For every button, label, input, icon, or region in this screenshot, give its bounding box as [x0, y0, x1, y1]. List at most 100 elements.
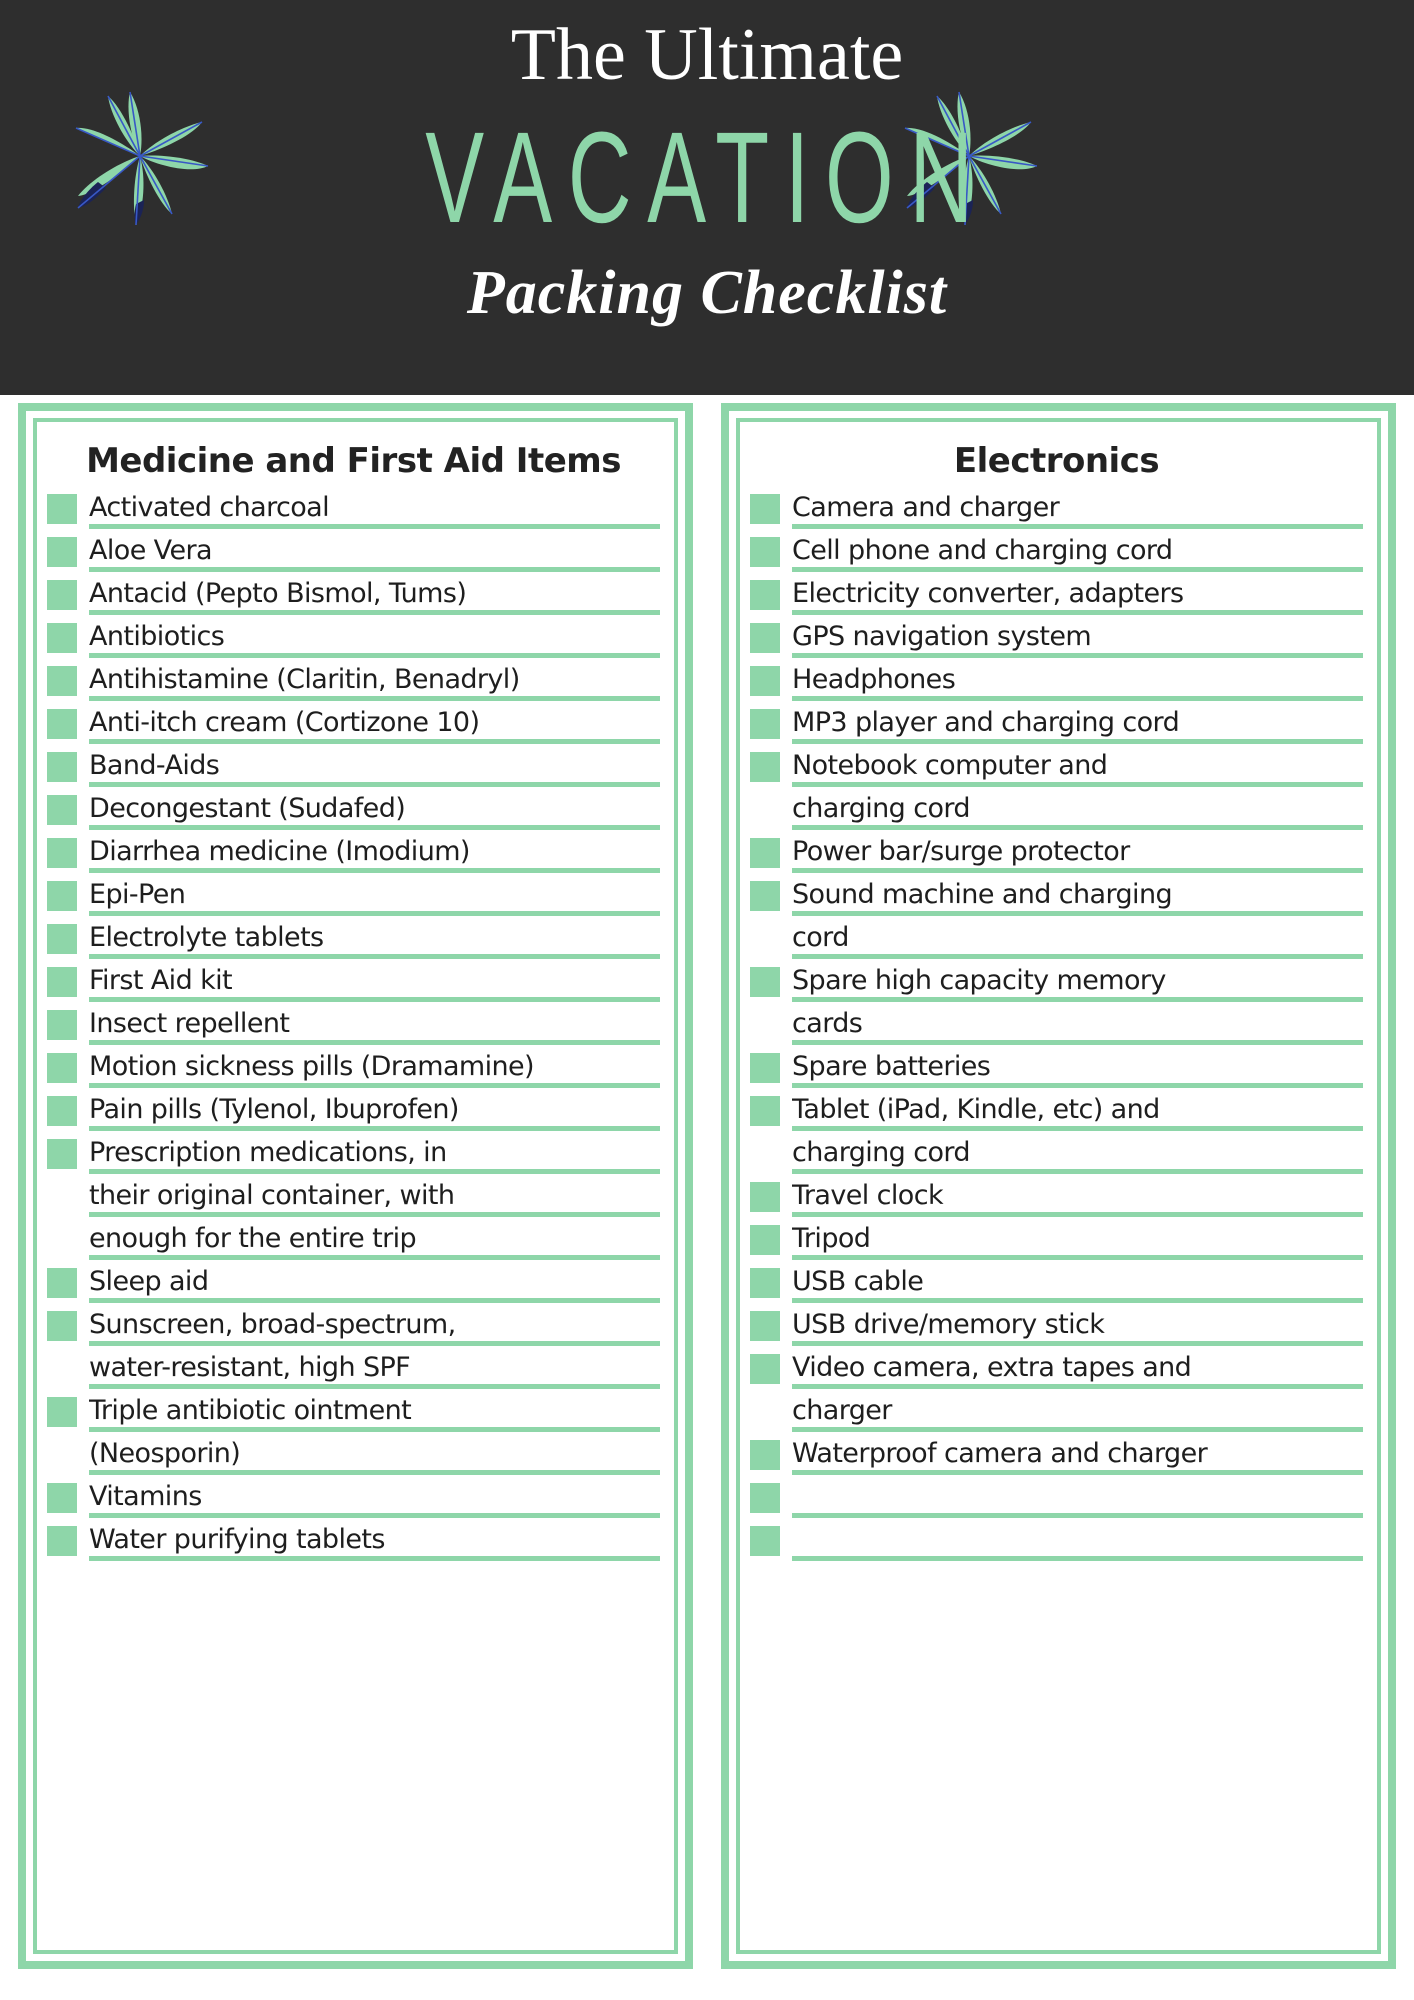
checkbox[interactable]	[750, 1268, 780, 1298]
checklist-row[interactable]: Aloe Vera	[47, 529, 660, 572]
checkbox[interactable]	[750, 838, 780, 868]
checkbox[interactable]	[47, 537, 77, 567]
checklist-row[interactable]: cord	[750, 916, 1363, 959]
checkbox[interactable]	[750, 967, 780, 997]
checklist-item-label: Power bar/surge protector	[792, 837, 1130, 867]
checklist-row[interactable]	[750, 1518, 1363, 1561]
checkbox[interactable]	[750, 494, 780, 524]
checklist-row[interactable]: Insect repellent	[47, 1002, 660, 1045]
checkbox[interactable]	[47, 881, 77, 911]
checklist-row[interactable]: Water purifying tablets	[47, 1518, 660, 1561]
checklist-row[interactable]: Antibiotics	[47, 615, 660, 658]
checklist-write-line: Pain pills (Tylenol, Ibuprofen)	[89, 1095, 660, 1131]
checklist-row[interactable]: Headphones	[750, 658, 1363, 701]
checkbox[interactable]	[750, 666, 780, 696]
checklist-row[interactable]: Epi-Pen	[47, 873, 660, 916]
checkbox[interactable]	[750, 881, 780, 911]
checklist-row[interactable]: (Neosporin)	[47, 1432, 660, 1475]
checkbox[interactable]	[47, 1139, 77, 1169]
checklist-row[interactable]: Tablet (iPad, Kindle, etc) and	[750, 1088, 1363, 1131]
checkbox[interactable]	[47, 838, 77, 868]
checklist-row[interactable]: Sunscreen, broad-spectrum,	[47, 1303, 660, 1346]
checklist-row[interactable]: Video camera, extra tapes and	[750, 1346, 1363, 1389]
checkbox[interactable]	[750, 1354, 780, 1384]
checklist-row[interactable]: MP3 player and charging cord	[750, 701, 1363, 744]
checkbox[interactable]	[47, 752, 77, 782]
checkbox[interactable]	[750, 1053, 780, 1083]
checklist-row[interactable]: Travel clock	[750, 1174, 1363, 1217]
checklist-row[interactable]: charging cord	[750, 1131, 1363, 1174]
checklist-row[interactable]: Band-Aids	[47, 744, 660, 787]
checklist-row[interactable]: Spare batteries	[750, 1045, 1363, 1088]
checklist-row[interactable]: charger	[750, 1389, 1363, 1432]
checkbox[interactable]	[47, 1311, 77, 1341]
checkbox[interactable]	[750, 1096, 780, 1126]
checkbox[interactable]	[47, 494, 77, 524]
checkbox[interactable]	[750, 623, 780, 653]
checklist-row[interactable]: Pain pills (Tylenol, Ibuprofen)	[47, 1088, 660, 1131]
checklist-row[interactable]: Activated charcoal	[47, 486, 660, 529]
checklist-row[interactable]: Power bar/surge protector	[750, 830, 1363, 873]
checklist-row[interactable]: Triple antibiotic ointment	[47, 1389, 660, 1432]
checkbox[interactable]	[47, 1397, 77, 1427]
checklist-item-label: Waterproof camera and charger	[792, 1439, 1208, 1469]
checklist-item-label: Water purifying tablets	[89, 1525, 385, 1555]
checklist-row[interactable]: USB cable	[750, 1260, 1363, 1303]
checkbox-placeholder	[47, 1440, 77, 1470]
checkbox[interactable]	[47, 1053, 77, 1083]
checklist-row[interactable]: Antacid (Pepto Bismol, Tums)	[47, 572, 660, 615]
checkbox[interactable]	[750, 1440, 780, 1470]
checklist-row[interactable]: Tripod	[750, 1217, 1363, 1260]
checkbox[interactable]	[750, 752, 780, 782]
checklist-row[interactable]: Vitamins	[47, 1475, 660, 1518]
checklist-row[interactable]: Anti-itch cream (Cortizone 10)	[47, 701, 660, 744]
checklist-row[interactable]: Notebook computer and	[750, 744, 1363, 787]
checklist-row[interactable]: Spare high capacity memory	[750, 959, 1363, 1002]
checklist-row[interactable]: Waterproof camera and charger	[750, 1432, 1363, 1475]
checklist-row[interactable]: Prescription medications, in	[47, 1131, 660, 1174]
checklist-row[interactable]: water-resistant, high SPF	[47, 1346, 660, 1389]
checklist-row[interactable]: GPS navigation system	[750, 615, 1363, 658]
checklist-row[interactable]: Diarrhea medicine (Imodium)	[47, 830, 660, 873]
checkbox[interactable]	[47, 795, 77, 825]
checklist-row[interactable]: cards	[750, 1002, 1363, 1045]
checklist-write-line: Aloe Vera	[89, 536, 660, 572]
checklist-row[interactable]: Electricity converter, adapters	[750, 572, 1363, 615]
checklist-row[interactable]: Motion sickness pills (Dramamine)	[47, 1045, 660, 1088]
checklist-write-line: Headphones	[792, 665, 1363, 701]
checkbox[interactable]	[47, 1483, 77, 1513]
checklist-row[interactable]: charging cord	[750, 787, 1363, 830]
checklist-row[interactable]: their original container, with	[47, 1174, 660, 1217]
checklist-row[interactable]: Electrolyte tablets	[47, 916, 660, 959]
checkbox[interactable]	[750, 1526, 780, 1556]
checkbox[interactable]	[47, 1096, 77, 1126]
checklist-write-line: Spare high capacity memory	[792, 966, 1363, 1002]
checklist-row[interactable]: Cell phone and charging cord	[750, 529, 1363, 572]
checklist-row[interactable]: Decongestant (Sudafed)	[47, 787, 660, 830]
checkbox[interactable]	[47, 924, 77, 954]
checkbox[interactable]	[47, 666, 77, 696]
checkbox[interactable]	[750, 1182, 780, 1212]
checkbox[interactable]	[750, 580, 780, 610]
checkbox[interactable]	[750, 537, 780, 567]
checkbox[interactable]	[47, 1010, 77, 1040]
checklist-row[interactable]: USB drive/memory stick	[750, 1303, 1363, 1346]
checklist-row[interactable]: Antihistamine (Claritin, Benadryl)	[47, 658, 660, 701]
checklist-row[interactable]: enough for the entire trip	[47, 1217, 660, 1260]
checklist-row[interactable]	[750, 1475, 1363, 1518]
checklist-row[interactable]: Sound machine and charging	[750, 873, 1363, 916]
checkbox[interactable]	[47, 1526, 77, 1556]
checkbox[interactable]	[47, 623, 77, 653]
checkbox[interactable]	[47, 1268, 77, 1298]
checkbox[interactable]	[750, 1311, 780, 1341]
checkbox[interactable]	[47, 967, 77, 997]
checklist-row[interactable]: First Aid kit	[47, 959, 660, 1002]
checkbox[interactable]	[47, 709, 77, 739]
checkbox[interactable]	[750, 709, 780, 739]
checklist-row[interactable]: Sleep aid	[47, 1260, 660, 1303]
checklist-row[interactable]: Camera and charger	[750, 486, 1363, 529]
checkbox[interactable]	[47, 580, 77, 610]
checklist-write-line: Insect repellent	[89, 1009, 660, 1045]
checkbox[interactable]	[750, 1483, 780, 1513]
checkbox[interactable]	[750, 1225, 780, 1255]
